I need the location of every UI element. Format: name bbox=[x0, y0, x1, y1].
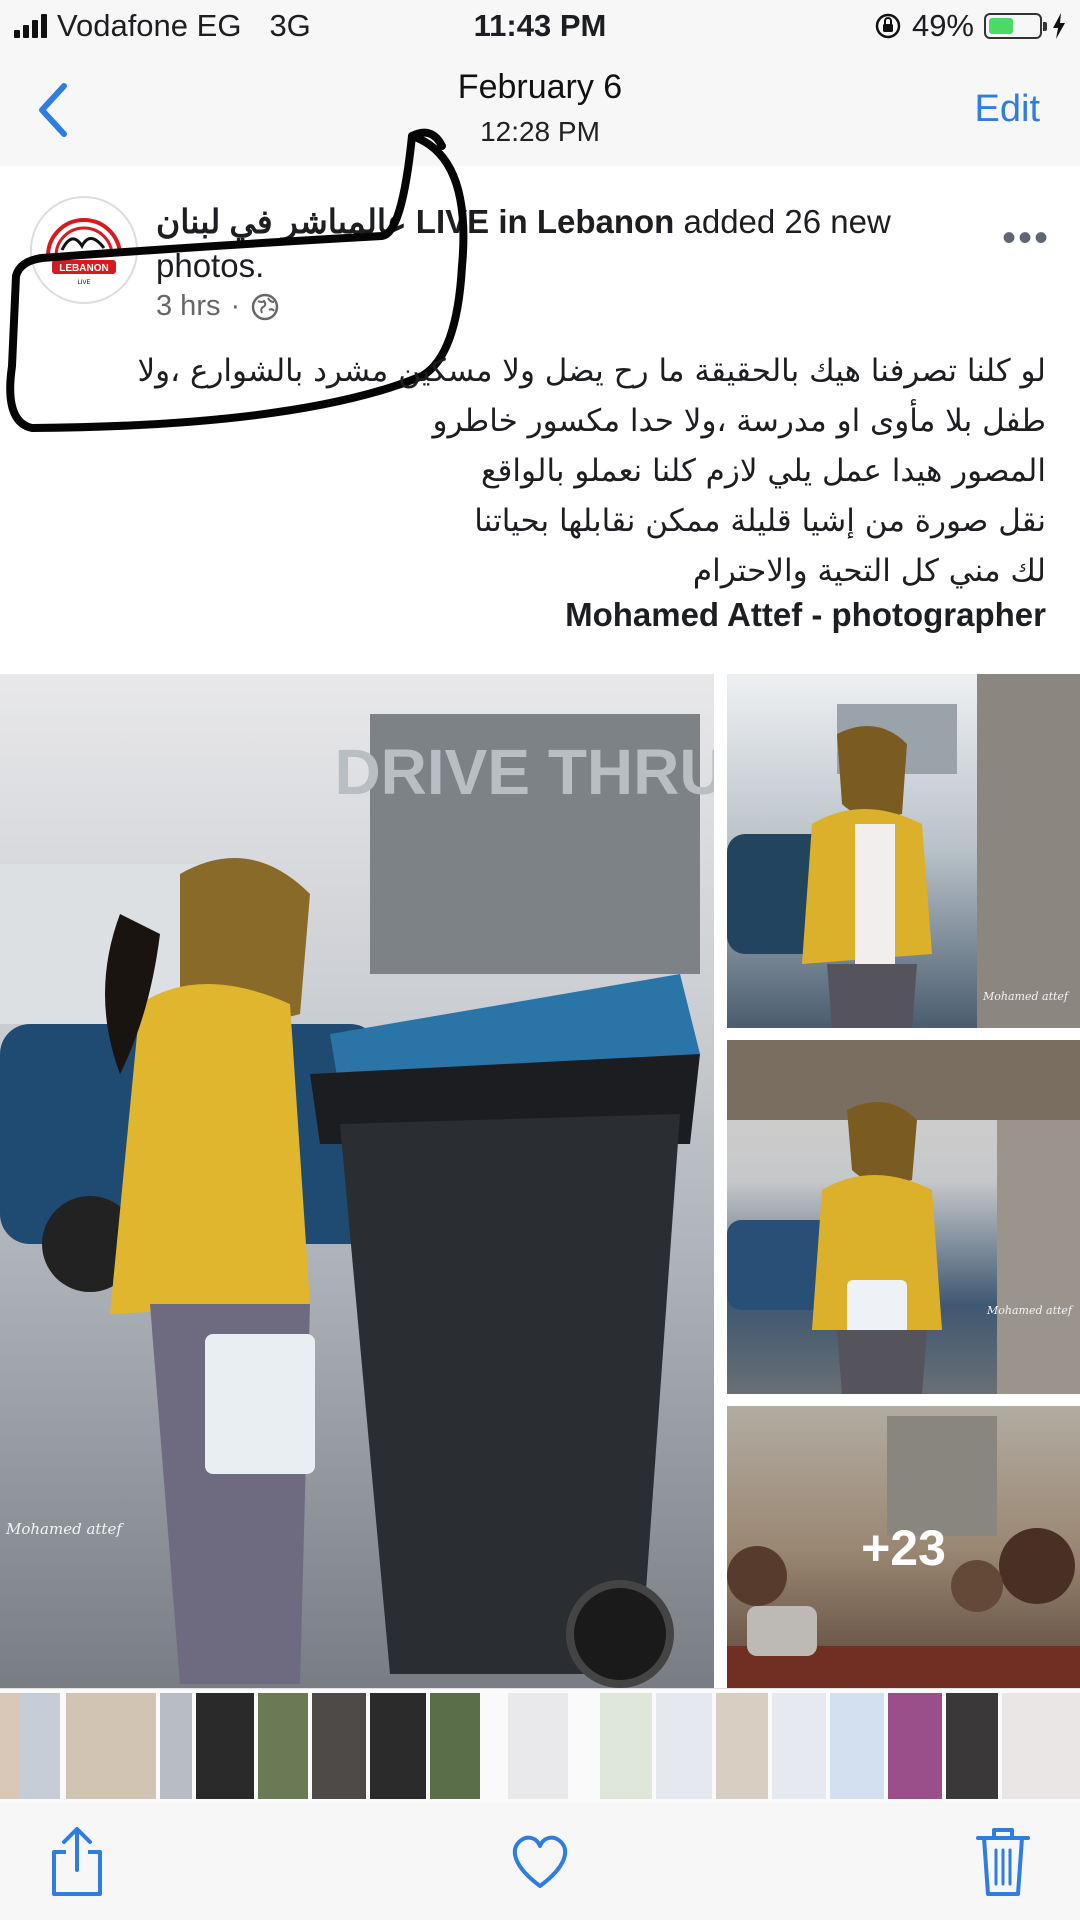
post-body-line: المصور هيدا عمل يلي لازم كلنا نعملو بالو… bbox=[481, 453, 1046, 489]
nav-time: 12:28 PM bbox=[480, 116, 600, 147]
more-options-button[interactable]: ••• bbox=[1002, 216, 1050, 261]
battery-icon bbox=[984, 13, 1047, 39]
post-age[interactable]: 3 hrs bbox=[156, 290, 220, 323]
edit-button[interactable]: Edit bbox=[975, 88, 1040, 131]
thumbnail[interactable] bbox=[888, 1693, 942, 1799]
drive-thru-sign: DRIVE THRU bbox=[334, 736, 714, 808]
thumbnail[interactable] bbox=[20, 1693, 60, 1799]
post-body-line: لو كلنا تصرفنا هيك بالحقيقة ما رح يضل ول… bbox=[137, 353, 1046, 389]
nav-bar: February 6 12:28 PM Edit bbox=[0, 54, 1080, 167]
author-name[interactable]: عالمباشر في لبنان LIVE in Lebanon bbox=[156, 203, 674, 240]
thumbnail[interactable] bbox=[508, 1693, 568, 1799]
thumbnail[interactable] bbox=[1002, 1693, 1080, 1799]
thumbnail[interactable] bbox=[772, 1693, 826, 1799]
thumbnail[interactable] bbox=[196, 1693, 254, 1799]
battery-percent: 49% bbox=[911, 8, 974, 43]
logo-text: LEBANON bbox=[59, 263, 108, 274]
photo-watermark: Mohamed attef bbox=[987, 1304, 1072, 1317]
thumbnail[interactable] bbox=[66, 1693, 156, 1799]
post-body-line: طفل بلا مأوى او مدرسة ،ولا حدا مكسور خاط… bbox=[432, 403, 1046, 439]
photo-thumbnail-strip[interactable] bbox=[0, 1688, 1080, 1803]
lebanon-live-logo-icon: LEBANON LIVE bbox=[46, 218, 122, 286]
thumbnail[interactable] bbox=[160, 1693, 192, 1799]
status-bar: Vodafone EG 3G 11:43 PM 49% bbox=[0, 0, 1080, 54]
thumbnail[interactable] bbox=[430, 1693, 480, 1799]
heart-icon[interactable] bbox=[505, 1824, 575, 1898]
trash-icon[interactable] bbox=[968, 1824, 1038, 1898]
girl-holding-package-illustration bbox=[727, 1040, 1080, 1394]
logo-subtext: LIVE bbox=[77, 280, 90, 286]
globe-icon bbox=[251, 293, 279, 320]
more-photos-count: +23 bbox=[727, 1406, 1080, 1690]
thumbnail[interactable] bbox=[716, 1693, 768, 1799]
post-header: عالمباشر في لبنان LIVE in Lebanon added … bbox=[156, 200, 966, 288]
thumbnail[interactable] bbox=[830, 1693, 884, 1799]
thumbnail[interactable] bbox=[370, 1693, 426, 1799]
share-icon[interactable] bbox=[42, 1824, 112, 1898]
photographer-credit: Mohamed Attef - photographer bbox=[565, 596, 1046, 633]
post-body: لو كلنا تصرفنا هيك بالحقيقة ما رح يضل ول… bbox=[26, 346, 1046, 596]
post-photo-3[interactable]: Mohamed attef bbox=[727, 1040, 1080, 1394]
bottom-toolbar bbox=[0, 1802, 1080, 1920]
charging-icon bbox=[1053, 13, 1065, 39]
post-photo-4-more[interactable]: +23 bbox=[727, 1406, 1080, 1690]
photo-watermark: Mohamed attef bbox=[983, 990, 1068, 1003]
thumbnail[interactable] bbox=[258, 1693, 308, 1799]
photo-watermark: Mohamed attef bbox=[6, 1520, 122, 1538]
post-body-line: نقل صورة من إشيا قليلة ممكن نقابلها بحيا… bbox=[474, 503, 1046, 539]
post-photo-main[interactable]: DRIVE THRU Mohamed attef bbox=[0, 674, 714, 1690]
post-photo-2[interactable]: Mohamed attef bbox=[727, 674, 1080, 1028]
thumbnail[interactable] bbox=[600, 1693, 652, 1799]
girl-eating-illustration bbox=[727, 674, 1080, 1028]
page-avatar[interactable]: LEBANON LIVE bbox=[30, 196, 138, 304]
thumbnail[interactable] bbox=[946, 1693, 998, 1799]
post-body-line: لك مني كل التحية والاحترام bbox=[692, 553, 1046, 589]
rotation-lock-icon bbox=[875, 13, 901, 39]
battery-fill bbox=[989, 18, 1013, 34]
thumbnail[interactable] bbox=[312, 1693, 366, 1799]
nav-date: February 6 bbox=[457, 68, 623, 106]
post-meta: 3 hrs · bbox=[156, 290, 280, 323]
facebook-post: LEBANON LIVE عالمباشر في لبنان LIVE in L… bbox=[0, 128, 1080, 1690]
battery-area: 49% bbox=[874, 8, 1066, 44]
thumbnail[interactable] bbox=[656, 1693, 712, 1799]
